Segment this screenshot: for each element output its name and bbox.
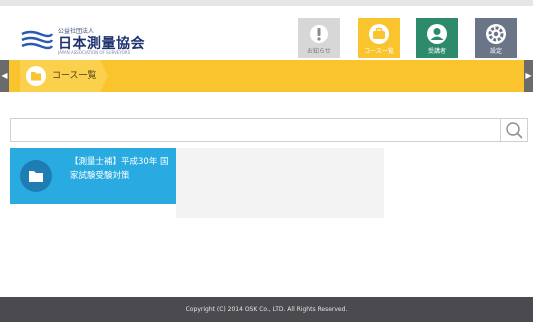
search-box <box>10 118 528 142</box>
breadcrumb-bar: ◀ コース一覧 ▶ <box>0 60 533 92</box>
logo-mark-icon <box>21 30 54 50</box>
app-header: 公益社団法人 日本測量協会 JAPAN ASSOCIATION OF SURVE… <box>0 6 533 60</box>
search-button[interactable] <box>500 119 527 141</box>
breadcrumb-label: コース一覧 <box>52 71 97 81</box>
org-logo[interactable]: 公益社団法人 日本測量協会 JAPAN ASSOCIATION OF SURVE… <box>20 24 220 55</box>
news-button[interactable]: お知らせ <box>298 18 340 58</box>
course-list-button[interactable]: コース一覧 <box>358 18 400 58</box>
scroll-right-arrow-icon[interactable]: ▶ <box>524 60 533 92</box>
exclamation-icon <box>310 25 328 43</box>
course-list-button-label: コース一覧 <box>364 48 394 55</box>
settings-button[interactable]: 設定 <box>475 18 517 58</box>
news-button-label: お知らせ <box>307 48 331 55</box>
card-area-background <box>176 148 384 218</box>
learner-button[interactable]: 受講者 <box>416 18 458 58</box>
org-english-name: JAPAN ASSOCIATION OF SURVEYORS <box>58 50 131 55</box>
user-icon <box>427 24 447 44</box>
course-icon-badge <box>20 160 52 192</box>
breadcrumb-folder-badge <box>26 66 46 86</box>
course-card[interactable]: 【測量士補】平成30年 国家試験受験対策 <box>10 148 176 204</box>
breadcrumb-item-course-list[interactable]: コース一覧 <box>20 60 108 92</box>
learner-button-label: 受講者 <box>427 48 446 55</box>
folder-icon <box>31 72 41 81</box>
gear-icon <box>486 24 506 44</box>
copyright-text: Copyright (C) 2014 OSK Co., LTD. All Rig… <box>185 306 348 313</box>
course-title: 【測量士補】平成30年 国家試験受験対策 <box>70 157 169 181</box>
folder-icon <box>29 171 43 182</box>
briefcase-icon <box>369 24 389 44</box>
scroll-left-arrow-icon[interactable]: ◀ <box>0 60 9 92</box>
search-icon <box>506 122 523 139</box>
search-input[interactable] <box>11 119 513 141</box>
settings-button-label: 設定 <box>489 48 502 55</box>
footer: Copyright (C) 2014 OSK Co., LTD. All Rig… <box>0 297 533 322</box>
